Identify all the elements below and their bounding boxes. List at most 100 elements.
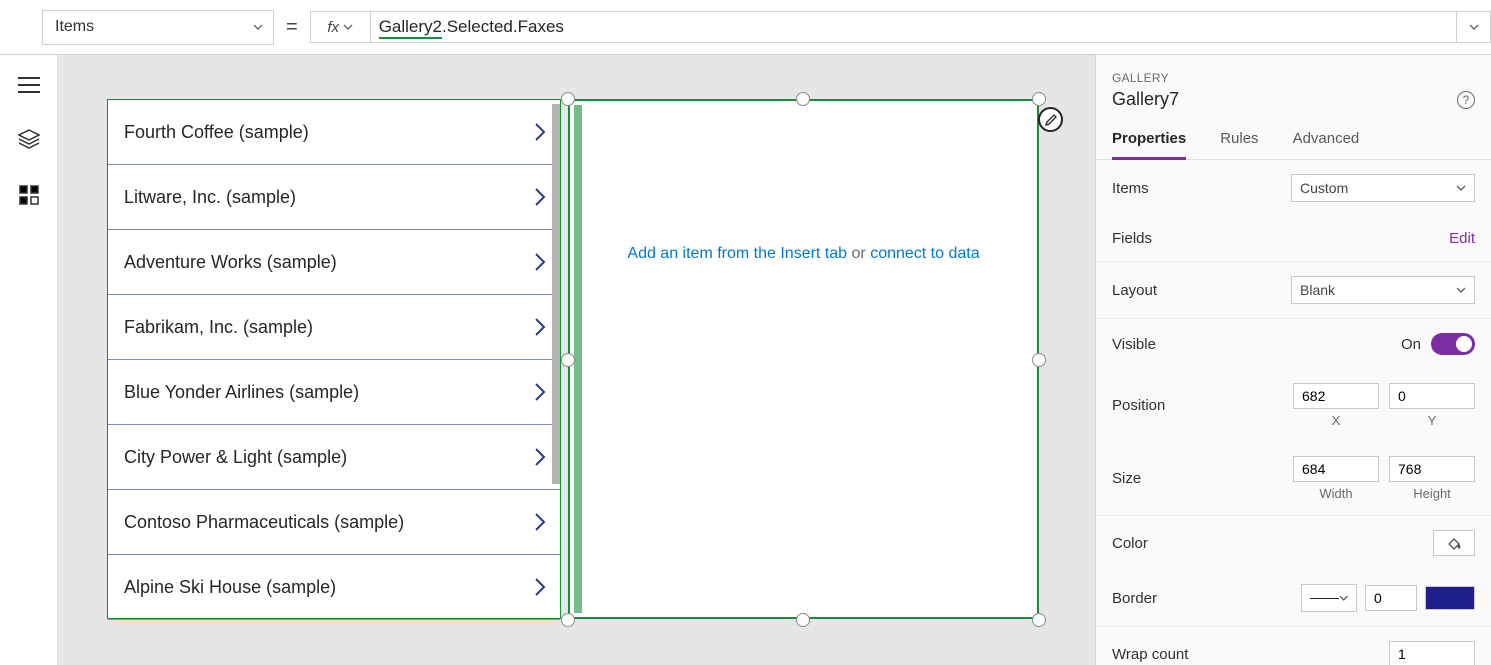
selected-gallery[interactable]: Add an item from the Insert tab or conne…: [568, 99, 1039, 619]
chevron-right-icon: [532, 447, 548, 467]
tab-properties[interactable]: Properties: [1112, 120, 1186, 159]
connect-data-link[interactable]: connect to data: [870, 245, 979, 262]
formula-text: Gallery2.Selected.Faxes: [379, 17, 564, 38]
visible-value: On: [1401, 336, 1421, 353]
border-label: Border: [1112, 590, 1157, 607]
list-item[interactable]: City Power & Light (sample): [108, 425, 560, 490]
size-label: Size: [1112, 470, 1141, 487]
list-item-label: Fourth Coffee (sample): [124, 122, 309, 143]
formula-input[interactable]: Gallery2.Selected.Faxes: [370, 11, 1457, 43]
border-width-input[interactable]: [1365, 585, 1417, 611]
items-dropdown[interactable]: Custom: [1291, 174, 1475, 202]
size-width-input[interactable]: [1293, 456, 1379, 482]
selection-handle[interactable]: [561, 353, 575, 367]
list-item-label: City Power & Light (sample): [124, 447, 347, 468]
formula-expand-dropdown[interactable]: [1457, 11, 1491, 43]
selection-handle[interactable]: [1032, 92, 1046, 106]
border-style-dropdown[interactable]: [1301, 584, 1357, 612]
formula-bar: Items = fx Gallery2.Selected.Faxes: [0, 0, 1491, 55]
list-item[interactable]: Alpine Ski House (sample): [108, 555, 560, 620]
selection-handle[interactable]: [1032, 353, 1046, 367]
equals-sign: =: [286, 16, 298, 39]
visible-label: Visible: [1112, 336, 1156, 353]
property-tabs: Properties Rules Advanced: [1096, 120, 1491, 160]
fx-label: fx: [327, 19, 339, 36]
control-type-label: GALLERY: [1096, 55, 1491, 87]
wrap-count-input[interactable]: [1389, 641, 1475, 665]
position-y-input[interactable]: [1389, 383, 1475, 409]
items-value: Custom: [1300, 180, 1348, 196]
chevron-right-icon: [532, 252, 548, 272]
empty-gallery-hint: Add an item from the Insert tab or conne…: [570, 245, 1037, 263]
list-item[interactable]: Fourth Coffee (sample): [108, 100, 560, 165]
edit-pencil-button[interactable]: [1038, 107, 1063, 132]
chevron-down-icon: [343, 22, 353, 32]
tab-rules[interactable]: Rules: [1220, 120, 1258, 159]
paint-bucket-icon: [1446, 535, 1462, 551]
list-item-label: Fabrikam, Inc. (sample): [124, 317, 313, 338]
list-item[interactable]: Litware, Inc. (sample): [108, 165, 560, 230]
list-item-label: Contoso Pharmaceuticals (sample): [124, 512, 404, 533]
chevron-right-icon: [532, 122, 548, 142]
fields-label: Fields: [1112, 230, 1152, 247]
left-gallery[interactable]: Fourth Coffee (sample) Litware, Inc. (sa…: [107, 99, 561, 619]
chevron-right-icon: [532, 317, 548, 337]
size-height-input[interactable]: [1389, 456, 1475, 482]
help-icon[interactable]: ?: [1457, 91, 1475, 109]
list-item-label: Litware, Inc. (sample): [124, 187, 296, 208]
list-item-label: Alpine Ski House (sample): [124, 577, 336, 598]
chevron-down-icon: [1456, 183, 1466, 193]
selection-handle[interactable]: [561, 613, 575, 627]
selection-handle[interactable]: [796, 92, 810, 106]
fields-edit-link[interactable]: Edit: [1449, 230, 1475, 247]
axis-y-label: Y: [1389, 413, 1475, 428]
chevron-right-icon: [532, 187, 548, 207]
selection-handle[interactable]: [561, 92, 575, 106]
visible-toggle[interactable]: [1431, 333, 1475, 355]
canvas[interactable]: Fourth Coffee (sample) Litware, Inc. (sa…: [58, 55, 1095, 665]
scrollbar-thumb[interactable]: [552, 104, 560, 484]
hint-or: or: [847, 245, 870, 262]
chevron-down-icon: [1456, 285, 1466, 295]
layout-dropdown[interactable]: Blank: [1291, 276, 1475, 304]
axis-x-label: X: [1293, 413, 1379, 428]
chevron-down-icon: [1339, 593, 1349, 603]
list-item-label: Blue Yonder Airlines (sample): [124, 382, 359, 403]
border-line-icon: [1310, 598, 1339, 599]
chevron-right-icon: [532, 382, 548, 402]
control-name: Gallery7: [1112, 89, 1179, 110]
pencil-icon: [1045, 114, 1057, 126]
chevron-down-icon: [253, 22, 263, 32]
list-item[interactable]: Contoso Pharmaceuticals (sample): [108, 490, 560, 555]
selection-inner-bar: [574, 105, 582, 613]
color-picker[interactable]: [1433, 530, 1475, 556]
property-panel: GALLERY Gallery7 ? Properties Rules Adva…: [1095, 55, 1491, 665]
list-item[interactable]: Fabrikam, Inc. (sample): [108, 295, 560, 360]
color-label: Color: [1112, 535, 1148, 552]
list-item[interactable]: Adventure Works (sample): [108, 230, 560, 295]
border-color-picker[interactable]: [1425, 586, 1475, 610]
property-value: Items: [55, 18, 94, 36]
list-item[interactable]: Blue Yonder Airlines (sample): [108, 360, 560, 425]
items-label: Items: [1112, 180, 1149, 197]
left-rail: [0, 55, 58, 665]
selection-handle[interactable]: [796, 613, 810, 627]
chevron-right-icon: [532, 577, 548, 597]
property-dropdown[interactable]: Items: [42, 10, 274, 45]
layers-icon[interactable]: [18, 129, 40, 149]
hamburger-icon[interactable]: [18, 77, 40, 93]
selection-handle[interactable]: [1032, 613, 1046, 627]
apps-grid-icon[interactable]: [19, 185, 39, 205]
wrap-count-label: Wrap count: [1112, 646, 1188, 663]
axis-height-label: Height: [1389, 486, 1475, 501]
tab-advanced[interactable]: Advanced: [1293, 120, 1360, 159]
position-x-input[interactable]: [1293, 383, 1379, 409]
fx-dropdown[interactable]: fx: [310, 11, 370, 43]
layout-value: Blank: [1300, 282, 1335, 298]
layout-label: Layout: [1112, 282, 1157, 299]
position-label: Position: [1112, 397, 1165, 414]
list-item-label: Adventure Works (sample): [124, 252, 337, 273]
axis-width-label: Width: [1293, 486, 1379, 501]
chevron-down-icon: [1469, 22, 1479, 32]
add-item-link[interactable]: Add an item from the Insert tab: [627, 245, 847, 262]
